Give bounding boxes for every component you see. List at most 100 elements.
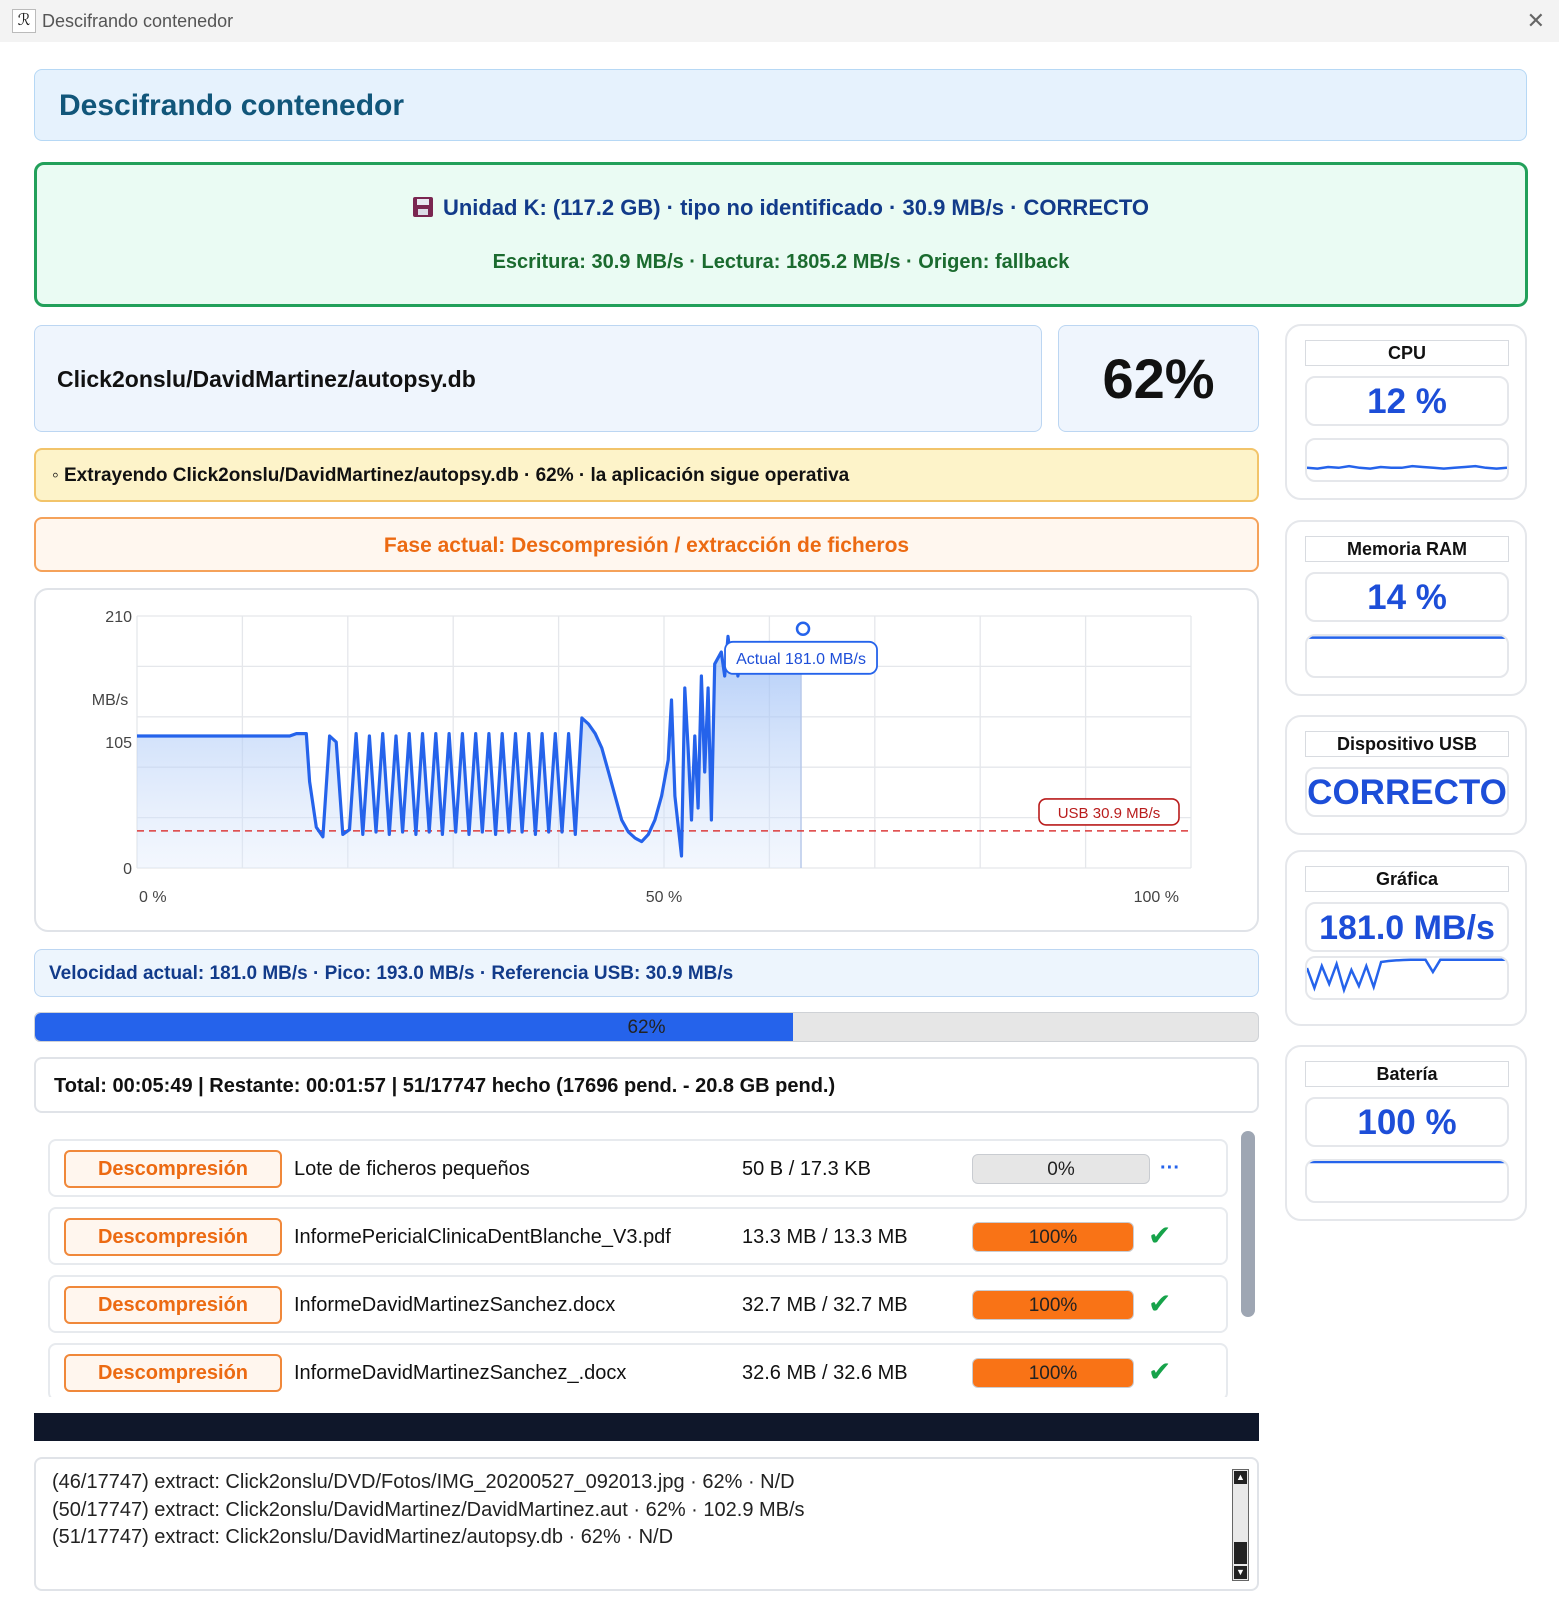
file-name: Lote de ficheros pequeños	[294, 1158, 530, 1180]
floppy-disk-icon	[412, 197, 433, 217]
y-axis-label: MB/s	[92, 692, 128, 709]
file-size: 50 B / 17.3 KB	[742, 1158, 871, 1180]
speed-chart: Actual 181.0 MB/s USB 30.9 MB/s MB/s 210…	[34, 588, 1259, 932]
log-scrollbar[interactable]: ▲ ▼	[1232, 1469, 1249, 1581]
main-content: Descifrando contenedor Unidad K: (117.2 …	[0, 42, 1559, 1617]
drive-summary-text: Unidad K: (117.2 GB) · tipo no identific…	[442, 195, 1150, 220]
battery-card: Batería 100 %	[1285, 1045, 1527, 1221]
file-row[interactable]: Descompresión InformePericialClinicaDentB…	[48, 1207, 1228, 1265]
file-progress-label: 100%	[1028, 1363, 1078, 1384]
log-header-bar	[34, 1413, 1259, 1441]
usb-value: CORRECTO	[1305, 767, 1509, 817]
file-size: 32.7 MB / 32.7 MB	[742, 1294, 908, 1316]
status-message: ◦ Extrayendo Click2onslu/DavidMartinez/a…	[52, 465, 850, 486]
cpu-sparkline	[1307, 464, 1507, 470]
main-progress-label: 62%	[627, 1017, 666, 1038]
phase-tag: Descompresión	[64, 1218, 282, 1256]
percent-panel: 62%	[1058, 325, 1259, 432]
drive-summary: Unidad K: (117.2 GB) · tipo no identific…	[37, 195, 1525, 221]
ram-title: Memoria RAM	[1305, 536, 1509, 562]
usb-title: Dispositivo USB	[1305, 731, 1509, 757]
file-progress-label: 0%	[1047, 1159, 1075, 1180]
file-size: 13.3 MB / 13.3 MB	[742, 1226, 908, 1248]
gpu-sparkline	[1307, 958, 1507, 995]
status-message-bar: ◦ Extrayendo Click2onslu/DavidMartinez/a…	[34, 448, 1259, 502]
gpu-value: 181.0 MB/s	[1305, 902, 1509, 952]
file-name: InformePericialClinicaDentBlanche_V3.pdf	[294, 1226, 671, 1248]
percent-value: 62%	[1102, 347, 1215, 410]
file-list[interactable]: Descompresión Lote de ficheros pequeños 50…	[34, 1127, 1259, 1397]
x-tick-label: 0 %	[139, 889, 167, 906]
file-name: InformeDavidMartinezSanchez_.docx	[294, 1362, 627, 1384]
file-progress-bar: 100%	[972, 1222, 1134, 1252]
phase-text: Fase actual: Descompresión / extracción …	[383, 534, 910, 557]
sparkline-path	[1307, 958, 1507, 995]
file-progress-bar: 100%	[972, 1290, 1134, 1320]
gpu-title: Gráfica	[1305, 866, 1509, 892]
current-speed-label: Actual 181.0 MB/s	[724, 640, 878, 675]
page-header: Descifrando contenedor	[34, 69, 1527, 141]
drive-speeds: Escritura: 30.9 MB/s · Lectura: 1805.2 M…	[492, 251, 1070, 273]
file-name: InformeDavidMartinezSanchez.docx	[294, 1294, 616, 1316]
speed-info-bar: Velocidad actual: 181.0 MB/s · Pico: 193…	[34, 949, 1259, 997]
gpu-sparkline-box	[1305, 956, 1509, 1000]
current-file-panel: Click2onslu/DavidMartinez/autopsy.db	[34, 325, 1042, 432]
speed-chart-svg: Actual 181.0 MB/s USB 30.9 MB/s MB/s 210…	[92, 609, 1192, 906]
file-progress-label: 100%	[1028, 1227, 1078, 1248]
y-tick-label: 0	[123, 861, 132, 878]
log-scrollbar-thumb[interactable]	[1234, 1542, 1247, 1564]
battery-sparkline	[1307, 1161, 1507, 1164]
scroll-down-icon[interactable]: ▼	[1234, 1566, 1247, 1579]
file-size: 32.6 MB / 32.6 MB	[742, 1362, 908, 1384]
y-tick-label: 210	[105, 609, 132, 626]
file-progress-label: 100%	[1028, 1295, 1078, 1316]
current-speed-text: Actual 181.0 MB/s	[736, 651, 866, 668]
app-logo-icon: ℛ	[12, 9, 36, 33]
log-line: (46/17747) extract: Click2onslu/DVD/Foto…	[52, 1471, 795, 1493]
page-title: Descifrando contenedor	[59, 89, 405, 122]
phase-tag: Descompresión	[64, 1286, 282, 1324]
file-row[interactable]: Descompresión InformeDavidMartinezSanchez…	[48, 1275, 1228, 1333]
usb-card: Dispositivo USB CORRECTO	[1285, 715, 1527, 835]
close-icon[interactable]: ✕	[1527, 8, 1545, 34]
check-icon: ✔	[1148, 1288, 1172, 1319]
gpu-card: Gráfica 181.0 MB/s	[1285, 850, 1527, 1026]
battery-value: 100 %	[1305, 1097, 1509, 1147]
totals-panel: Total: 00:05:49 | Restante: 00:01:57 | 5…	[34, 1057, 1259, 1113]
cpu-title: CPU	[1305, 340, 1509, 366]
sparkline-path	[1307, 464, 1507, 470]
y-tick-label: 105	[105, 735, 132, 752]
ram-sparkline-box	[1305, 634, 1509, 678]
cpu-card: CPU 12 %	[1285, 324, 1527, 500]
usb-reference-label: USB 30.9 MB/s	[1038, 798, 1180, 826]
battery-title: Batería	[1305, 1061, 1509, 1087]
phase-tag: Descompresión	[64, 1150, 282, 1188]
file-list-scrollbar[interactable]	[1239, 1127, 1257, 1397]
scrollbar-thumb[interactable]	[1241, 1131, 1255, 1317]
ram-sparkline	[1307, 636, 1507, 639]
cpu-sparkline-box	[1305, 438, 1509, 482]
usb-reference-text: USB 30.9 MB/s	[1058, 805, 1161, 822]
totals-text: Total: 00:05:49 | Restante: 00:01:57 | 5…	[54, 1075, 836, 1097]
x-tick-label: 50 %	[646, 889, 682, 906]
phase-bar: Fase actual: Descompresión / extracción …	[34, 517, 1259, 572]
drive-status-panel: Unidad K: (117.2 GB) · tipo no identific…	[34, 162, 1528, 307]
file-row[interactable]: Descompresión Lote de ficheros pequeños 50…	[48, 1139, 1228, 1197]
current-speed-marker	[795, 621, 811, 637]
ram-card: Memoria RAM 14 %	[1285, 520, 1527, 696]
log-line: (50/17747) extract: Click2onslu/DavidMar…	[52, 1499, 805, 1521]
battery-sparkline-box	[1305, 1159, 1509, 1203]
file-row[interactable]: Descompresión InformeDavidMartinezSanchez…	[48, 1343, 1228, 1397]
log-line: (51/17747) extract: Click2onslu/DavidMar…	[52, 1526, 674, 1548]
main-progress-bar: 62%	[34, 1012, 1259, 1042]
speed-info-text: Velocidad actual: 181.0 MB/s · Pico: 193…	[49, 963, 734, 984]
check-icon: ✔	[1148, 1220, 1172, 1251]
file-progress-bar: 0%	[972, 1154, 1150, 1184]
current-file-name: Click2onslu/DavidMartinez/autopsy.db	[57, 366, 476, 392]
log-panel: (46/17747) extract: Click2onslu/DVD/Foto…	[34, 1457, 1259, 1591]
more-dots-icon: ···	[1160, 1157, 1180, 1179]
scroll-up-icon[interactable]: ▲	[1234, 1471, 1247, 1484]
check-icon: ✔	[1148, 1356, 1172, 1387]
ram-value: 14 %	[1305, 572, 1509, 622]
window-titlebar: ℛ Descifrando contenedor ✕	[0, 0, 1559, 43]
